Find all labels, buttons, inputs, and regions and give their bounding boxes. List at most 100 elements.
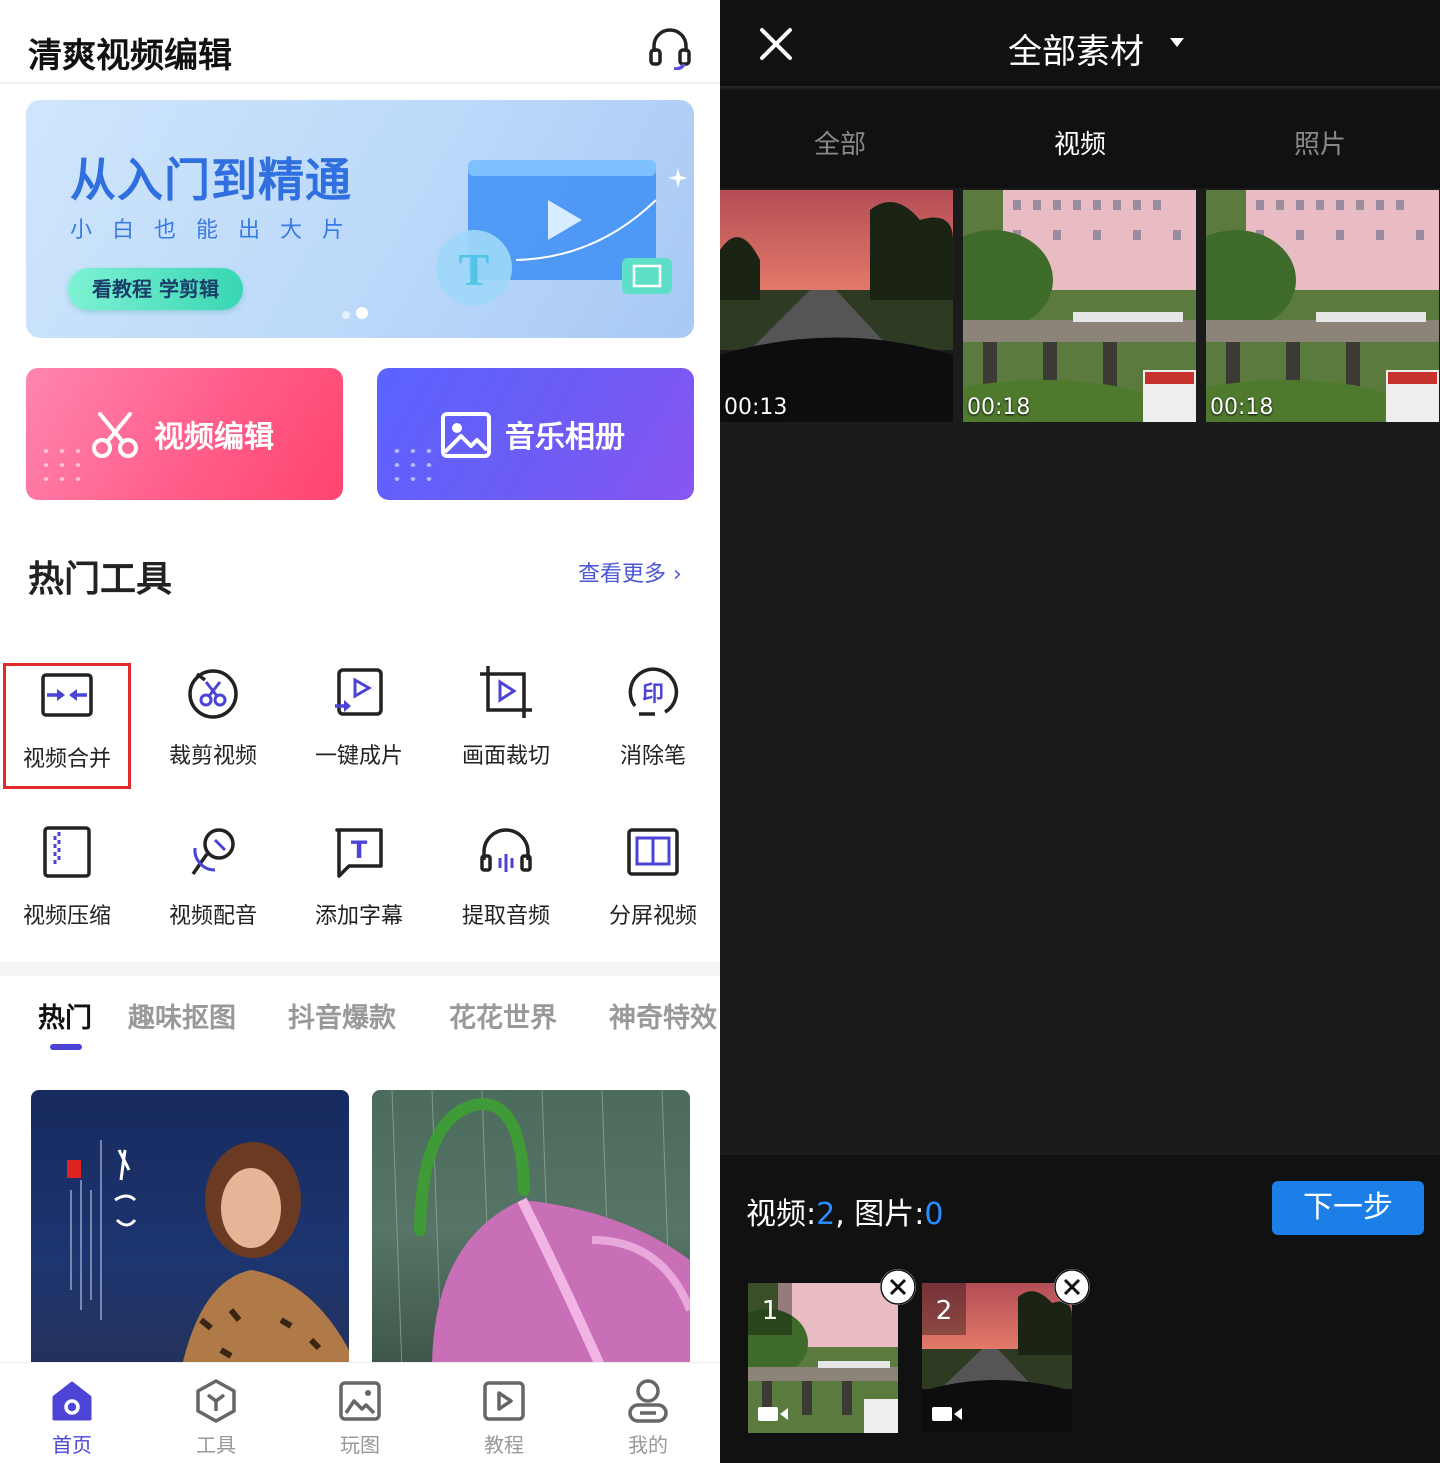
count-separator: ,	[835, 1197, 845, 1232]
caret-down-icon[interactable]	[1170, 38, 1184, 47]
selected-clip[interactable]: 2	[922, 1283, 1072, 1433]
banner-button[interactable]: 看教程 学剪辑	[68, 268, 243, 310]
svg-text:T: T	[459, 244, 490, 295]
nav-tools[interactable]: 工具	[166, 1373, 266, 1463]
tool-label: 分屏视频	[608, 904, 697, 929]
tool-video-merge[interactable]: 视频合并	[3, 663, 131, 789]
duration-label: 00:18	[1210, 395, 1274, 420]
tab-all[interactable]: 全部	[720, 124, 960, 161]
portrait-thumbnail	[67, 1140, 349, 1370]
tab-fun-cutout[interactable]: 趣味抠图	[128, 996, 236, 1035]
banner-title: 从入门到精通	[70, 153, 352, 207]
image-icon	[441, 412, 491, 458]
nav-picture[interactable]: 玩图	[310, 1373, 410, 1463]
media-thumbnail[interactable]: 00:18	[1206, 190, 1439, 422]
flower-thumbnail	[391, 1090, 690, 1370]
road-sunset-thumbnail	[720, 190, 953, 422]
home-icon	[52, 1381, 92, 1421]
tool-extract-audio[interactable]: 提取音频	[442, 820, 570, 946]
video-count-label: 视频:	[746, 1197, 817, 1232]
next-step-button[interactable]: 下一步	[1272, 1181, 1424, 1235]
remove-clip-icon[interactable]	[1054, 1269, 1090, 1305]
nav-profile[interactable]: 我的	[598, 1373, 698, 1463]
video-edit-card[interactable]: 视频编辑	[26, 368, 343, 500]
image-count-label: 图片:	[844, 1197, 925, 1232]
media-type-tabs: 全部 视频 照片	[720, 90, 1440, 188]
template-card-flower[interactable]	[372, 1090, 690, 1370]
tool-label: 视频配音	[168, 904, 257, 929]
hot-tools-title: 热门工具	[28, 559, 173, 600]
see-more-link[interactable]: 查看更多 ›	[578, 556, 682, 588]
merge-icon	[41, 673, 93, 717]
tool-label: 画面裁切	[461, 744, 550, 769]
tool-crop[interactable]: 画面裁切	[442, 660, 570, 786]
tool-label: 消除笔	[619, 744, 686, 769]
cut-video-icon	[188, 669, 238, 719]
media-thumbnail[interactable]: 00:18	[963, 190, 1196, 422]
remove-clip-icon[interactable]	[880, 1269, 916, 1305]
tutorial-icon	[483, 1381, 525, 1421]
music-album-card[interactable]: 音乐相册	[377, 368, 694, 500]
train-bridge-thumbnail	[963, 190, 1196, 422]
tool-split-screen[interactable]: 分屏视频	[589, 820, 717, 946]
clip-index: 1	[748, 1283, 792, 1335]
tool-subtitle[interactable]: T 添加字幕	[295, 820, 423, 946]
media-picker-screen: 全部素材 全部 视频 照片 00:13 00:18 00:18 视频:2, 图片…	[720, 0, 1440, 1463]
profile-icon	[628, 1379, 668, 1423]
media-thumbnail[interactable]: 00:13	[720, 190, 953, 422]
tool-dubbing[interactable]: 视频配音	[149, 820, 277, 946]
nav-label: 工具	[196, 1433, 236, 1457]
template-card-portrait[interactable]	[31, 1090, 349, 1370]
compress-icon	[43, 826, 91, 878]
tab-magic-effects[interactable]: 神奇特效	[609, 996, 717, 1035]
album-selector[interactable]: 全部素材	[1008, 24, 1144, 73]
one-click-icon	[335, 668, 383, 716]
selected-clip[interactable]: 1	[748, 1283, 898, 1433]
subtitle-icon: T	[335, 828, 383, 878]
scissors-icon	[92, 412, 138, 458]
category-tabs: 热门 趣味抠图 抖音爆款 花花世界 神奇特效	[0, 992, 720, 1052]
nav-label: 玩图	[340, 1433, 380, 1457]
tab-photo[interactable]: 照片	[1200, 124, 1440, 161]
bottom-navigation: 首页 工具 玩图 教程 我的	[0, 1362, 720, 1463]
home-screen: 清爽视频编辑 从入门到精通 小白也能出大片 看教程 学剪辑 T 视频编辑 音乐相…	[0, 0, 720, 1463]
picker-header: 全部素材	[720, 0, 1440, 88]
tab-flower-world[interactable]: 花花世界	[449, 996, 557, 1035]
tool-label: 视频合并	[22, 747, 111, 772]
video-camera-icon	[932, 1407, 962, 1421]
tool-cut-video[interactable]: 裁剪视频	[149, 660, 277, 786]
crop-icon	[480, 666, 532, 718]
dubbing-icon	[191, 828, 235, 876]
selection-count: 视频:2, 图片:0	[746, 1189, 944, 1233]
svg-text:T: T	[351, 836, 368, 864]
tab-douyin[interactable]: 抖音爆款	[288, 996, 396, 1035]
duration-label: 00:13	[724, 395, 788, 420]
nav-tutorial[interactable]: 教程	[454, 1373, 554, 1463]
tool-label: 裁剪视频	[168, 744, 257, 769]
video-play-icon: T	[436, 160, 686, 306]
duration-label: 00:18	[967, 395, 1031, 420]
video-edit-label: 视频编辑	[154, 420, 274, 455]
eraser-icon: 印	[628, 667, 679, 716]
tool-one-click[interactable]: 一键成片	[295, 660, 423, 786]
tool-compress[interactable]: 视频压缩	[3, 820, 131, 946]
tutorial-banner[interactable]: 从入门到精通 小白也能出大片 看教程 学剪辑 T	[26, 100, 694, 338]
tool-label: 一键成片	[314, 744, 403, 769]
carousel-dots	[342, 304, 374, 323]
tool-eraser[interactable]: 印 消除笔	[589, 660, 717, 786]
tab-video[interactable]: 视频	[960, 124, 1200, 161]
svg-text:印: 印	[642, 682, 664, 707]
extract-audio-icon	[480, 828, 532, 872]
close-icon[interactable]	[756, 24, 796, 64]
nav-label: 首页	[52, 1433, 92, 1457]
tab-hot[interactable]: 热门	[38, 996, 92, 1035]
tool-label: 视频压缩	[22, 904, 111, 929]
banner-subtitle: 小白也能出大片	[70, 218, 365, 243]
train-bridge-thumbnail	[1206, 190, 1439, 422]
nav-label: 我的	[628, 1433, 668, 1457]
app-title: 清爽视频编辑	[28, 36, 232, 76]
nav-label: 教程	[484, 1433, 524, 1457]
headset-icon[interactable]	[646, 26, 694, 70]
tools-icon	[196, 1379, 236, 1423]
nav-home[interactable]: 首页	[22, 1373, 122, 1463]
